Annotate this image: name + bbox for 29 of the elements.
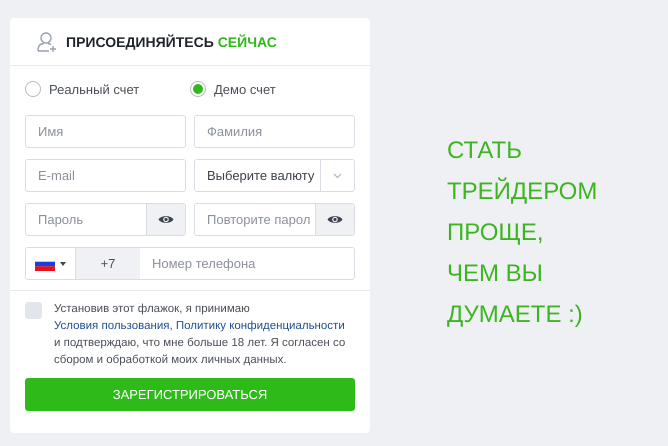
show-password-button[interactable] [315, 204, 354, 235]
input-field[interactable]: Имя [25, 115, 186, 148]
user-add-icon [36, 30, 58, 52]
checkbox[interactable] [25, 302, 42, 319]
consent-text: Установив этот флажок, я принимаю Условия пользования, Политику конфиденциальности и подтверждаю, что мне больше 18 лет. Я согласен со сбором и обработкой моих личных данных. [54, 302, 346, 368]
country-code: +7 [76, 248, 140, 279]
eye-icon [158, 214, 174, 225]
password-input[interactable]: Повторите парол [195, 204, 315, 235]
slogan-text: СТАТЬ ТРЕЙДЕРОМ ПРОЩЕ, ЧЕМ ВЫ ДУМАЕТЕ :) [447, 136, 598, 330]
input-field[interactable]: Фамилия [194, 115, 355, 148]
radio-label[interactable]: Реальный счет [49, 82, 140, 96]
radio-button[interactable] [25, 81, 41, 97]
form-title: ПРИСОЕДИНЯЙТЕСЬ СЕЙЧАС [66, 34, 277, 50]
password-field[interactable]: Повторите парол [194, 203, 355, 236]
password-input[interactable]: Пароль [26, 204, 146, 235]
eye-icon [327, 214, 343, 225]
phone-field[interactable]: +7 Номер телефона [25, 247, 355, 280]
terms-link[interactable]: Условия пользования [54, 320, 170, 332]
terms-link[interactable]: Политику конфиденциальности [176, 320, 345, 332]
password-field[interactable]: Пароль [25, 203, 186, 236]
country-dropdown[interactable] [26, 248, 76, 279]
currency-select[interactable]: Выберите валюту [194, 159, 355, 192]
show-password-button[interactable] [146, 204, 185, 235]
caret-down-icon [60, 262, 66, 266]
radio-button[interactable] [190, 81, 206, 97]
chevron-down-icon [333, 172, 342, 178]
phone-input[interactable]: Номер телефона [140, 248, 354, 279]
radio-label[interactable]: Демо счет [214, 82, 276, 96]
input-field[interactable]: E-mail [25, 159, 186, 192]
